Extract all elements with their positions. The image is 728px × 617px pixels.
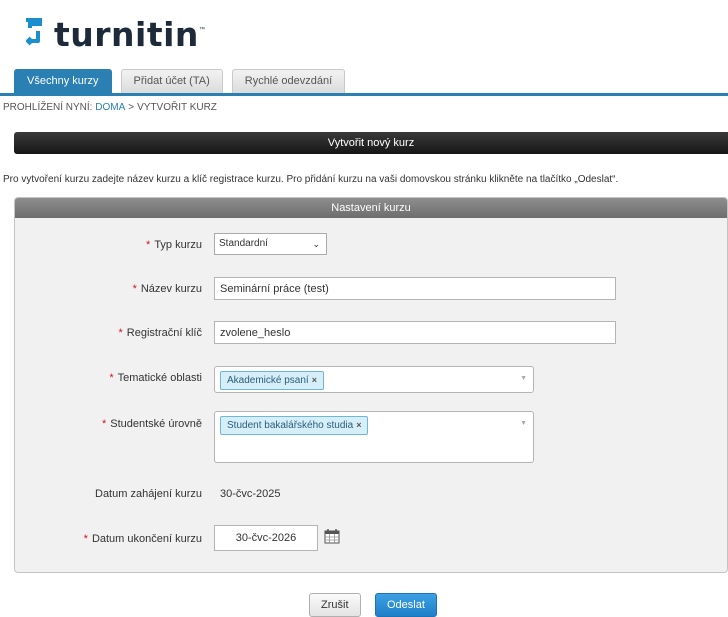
brand-name: turnitin <box>54 14 199 54</box>
breadcrumb-home-link[interactable]: DOMA <box>95 102 125 113</box>
tab-all-courses[interactable]: Všechny kurzy <box>14 69 112 93</box>
required-mark: * <box>146 239 151 251</box>
panel-title: Nastavení kurzu <box>15 198 727 218</box>
subject-areas-label: * Tematické oblasti <box>109 372 202 384</box>
enrollment-key-input[interactable] <box>214 321 616 344</box>
start-date-value: 30-čvc-2025 <box>220 488 281 500</box>
tab-bar-underline <box>0 93 728 96</box>
enrollment-key-label: * Registrační klíč <box>118 327 202 339</box>
cancel-button[interactable]: Zrušit <box>309 593 361 617</box>
breadcrumb-separator: > <box>128 102 135 113</box>
required-mark: * <box>101 418 107 430</box>
subject-areas-field[interactable]: Akademické psaní × ▼ <box>214 366 534 393</box>
course-name-label: * Název kurzu <box>132 283 202 295</box>
chevron-down-icon: ⌄ <box>312 239 320 249</box>
dropdown-arrow-icon[interactable]: ▼ <box>520 375 527 382</box>
end-date-label: * Datum ukončení kurzu <box>83 533 202 545</box>
course-type-label: * Typ kurzu <box>146 239 202 251</box>
remove-tag-icon[interactable]: × <box>356 420 361 430</box>
required-mark: * <box>109 372 114 384</box>
intro-text: Pro vytvoření kurzu zadejte název kurzu … <box>3 174 619 185</box>
dropdown-arrow-icon[interactable]: ▼ <box>520 420 527 427</box>
turnitin-logo[interactable]: turnitin ™ <box>22 14 205 54</box>
breadcrumb-prefix: PROHLÍŽENÍ NYNÍ: <box>3 102 93 113</box>
required-mark: * <box>132 283 137 295</box>
trademark-mark: ™ <box>198 27 205 33</box>
tab-add-ta[interactable]: Přidat účet (TA) <box>120 69 223 93</box>
turnitin-logo-icon <box>26 18 42 46</box>
subject-area-tag[interactable]: Akademické psaní × <box>220 371 324 390</box>
breadcrumb-current: VYTVOŘIT KURZ <box>137 102 217 113</box>
remove-tag-icon[interactable]: × <box>312 375 317 385</box>
end-date-input[interactable] <box>214 525 318 551</box>
submit-button[interactable]: Odeslat <box>375 593 437 617</box>
student-levels-field[interactable]: Student bakalářského studia × ▼ <box>214 411 534 463</box>
start-date-label: Datum zahájení kurzu <box>95 488 202 500</box>
course-name-input[interactable] <box>214 277 616 300</box>
tab-quick-submit[interactable]: Rychlé odevzdání <box>231 69 346 93</box>
course-type-value: Standardní <box>219 238 268 249</box>
course-type-select[interactable]: Standardní ⌄ <box>214 233 327 255</box>
required-mark: * <box>83 533 88 545</box>
breadcrumb: PROHLÍŽENÍ NYNÍ: DOMA > VYTVOŘIT KURZ <box>3 102 217 113</box>
required-mark: * <box>118 327 123 339</box>
tab-bar: Všechny kurzy Přidat účet (TA) Rychlé od… <box>14 69 354 93</box>
student-levels-label: * Studentské úrovně <box>101 418 202 430</box>
page-title: Vytvořit nový kurz <box>14 132 728 154</box>
calendar-icon[interactable] <box>324 528 340 544</box>
student-level-tag[interactable]: Student bakalářského studia × <box>220 416 369 435</box>
